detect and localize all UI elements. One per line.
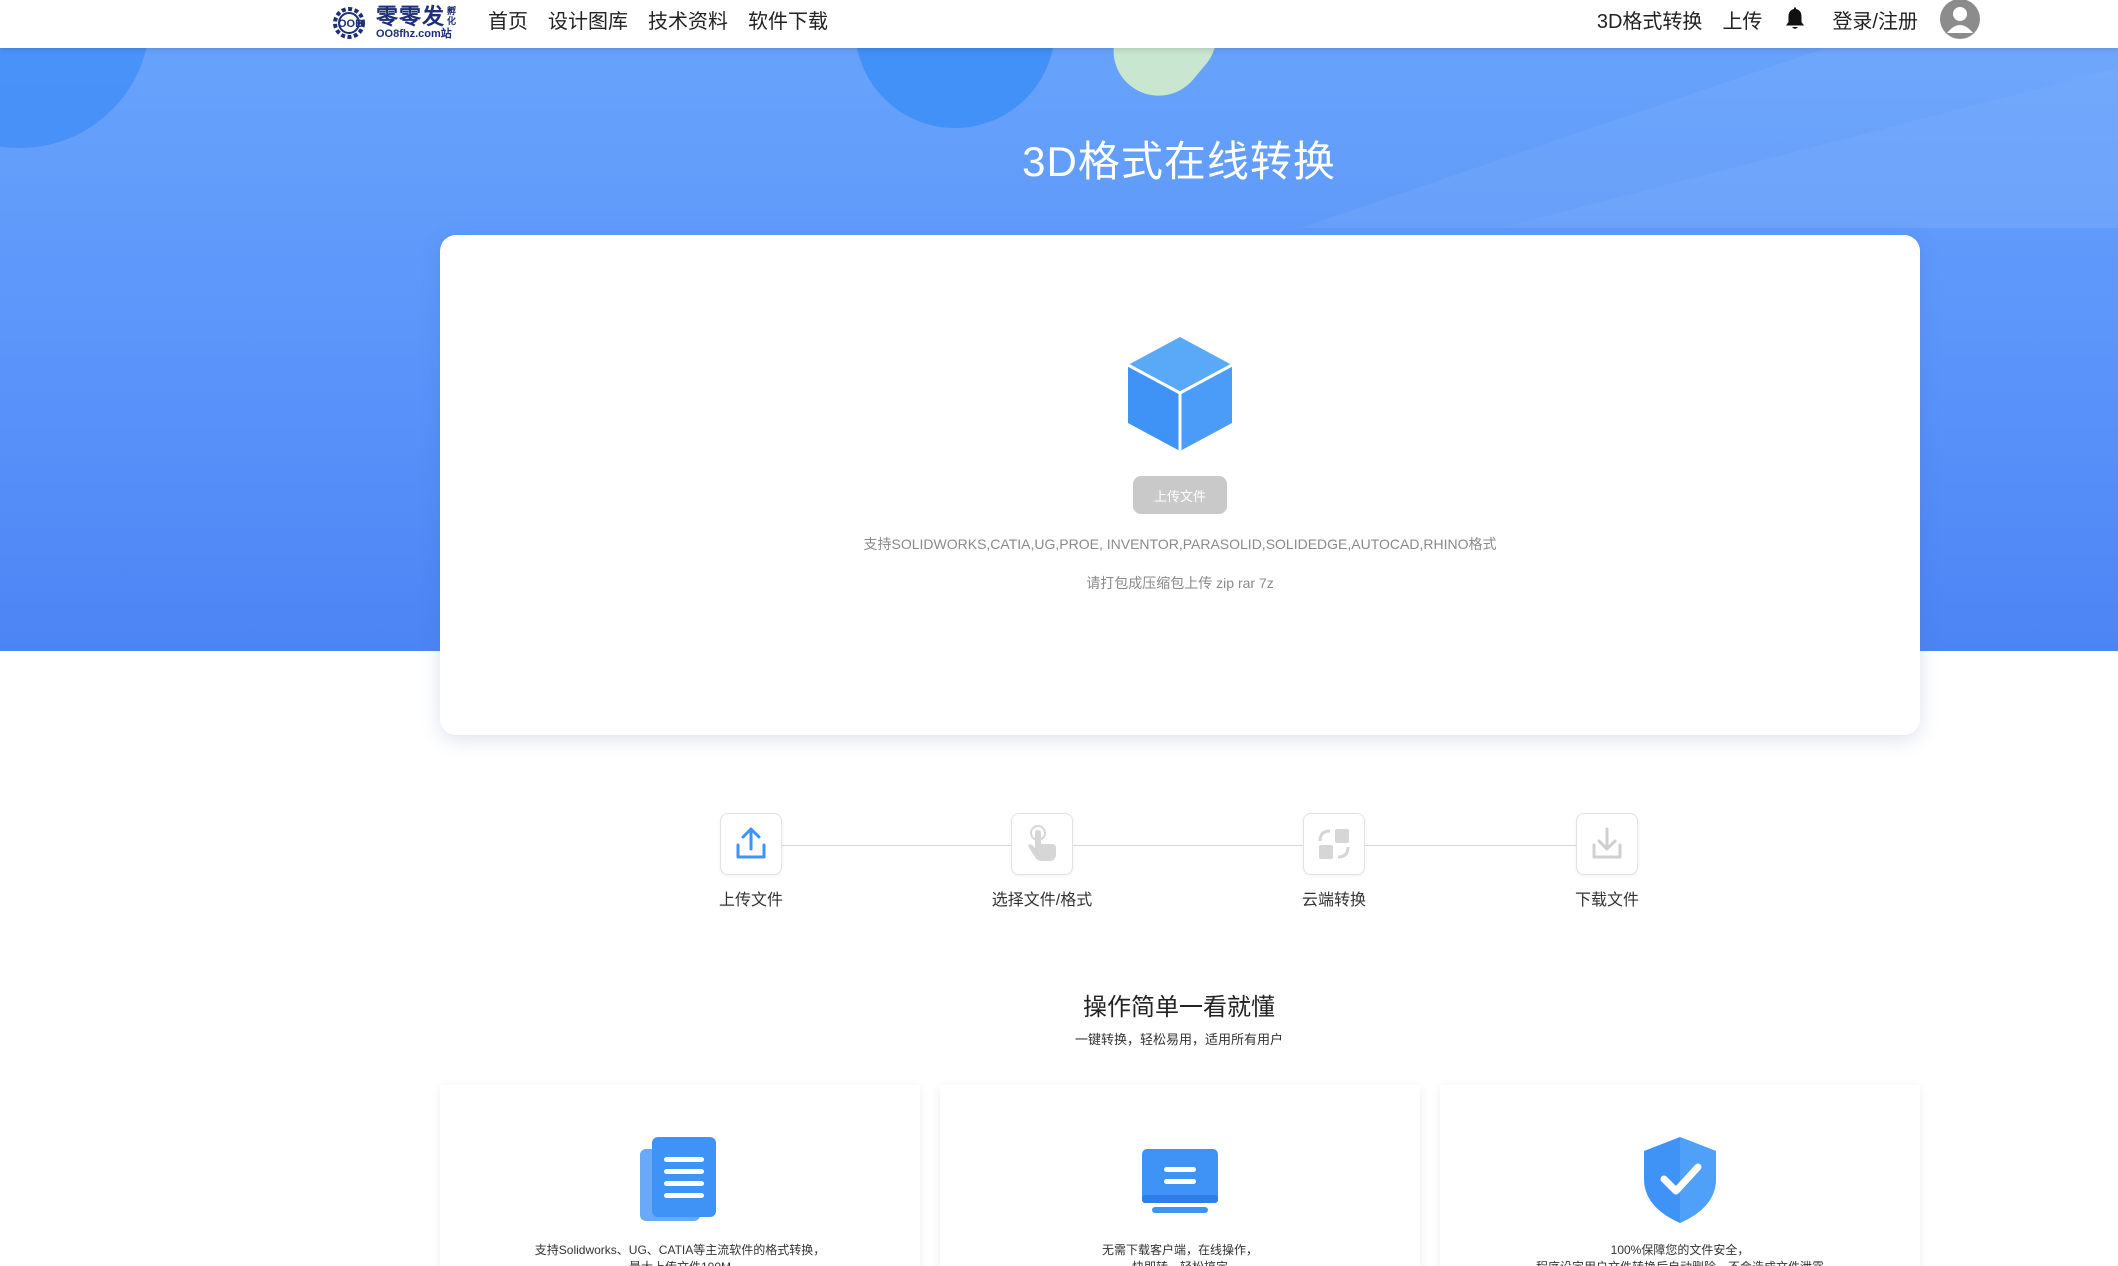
step-upload: 上传文件	[651, 813, 851, 910]
step-select: 选择文件/格式	[942, 813, 1142, 910]
logo-badge: OOB	[338, 18, 363, 30]
upload-icon	[736, 827, 766, 859]
nav-3d-convert[interactable]: 3D格式转换	[1597, 5, 1703, 34]
step-select-label: 选择文件/格式	[991, 892, 1093, 909]
monitor-icon	[1142, 1149, 1218, 1213]
logo-gear-icon: OOB	[333, 7, 365, 39]
step-upload-label: 上传文件	[718, 892, 783, 909]
step-select-box[interactable]	[1011, 813, 1073, 875]
step-convert-box[interactable]	[1303, 813, 1365, 875]
feature-card-formats: 支持Solidworks、UG、CATIA等主流软件的格式转换，最大上传文件10…	[440, 1085, 920, 1266]
bell-icon[interactable]	[1784, 7, 1806, 31]
document-icon	[640, 1137, 716, 1221]
main-nav: 首页 设计图库 技术资料 软件下载	[488, 0, 828, 38]
logo-domain: OO8fhz.com站	[376, 28, 452, 40]
step-convert: 云端转换	[1234, 813, 1434, 910]
hand-pointer-icon	[1028, 825, 1056, 861]
page-title: 3D格式在线转换	[1022, 138, 1336, 185]
convert-icon	[1318, 829, 1350, 859]
download-icon	[1592, 827, 1622, 859]
step-upload-box[interactable]	[720, 813, 782, 875]
top-navbar: OOB 零零发 孵化 OO8fhz.com站 首页 设计图库 技术资料 软件下载 …	[0, 0, 2118, 48]
nav-tech-docs[interactable]: 技术资料	[648, 5, 728, 34]
step-download: 下载文件	[1507, 813, 1707, 910]
nav-software-download[interactable]: 软件下载	[748, 5, 828, 34]
nav-design-library[interactable]: 设计图库	[548, 5, 628, 34]
user-icon	[1947, 7, 1973, 33]
cube-icon	[1127, 337, 1233, 451]
avatar[interactable]	[1940, 0, 1980, 39]
upload-card: 上传文件 支持SOLIDWORKS,CATIA,UG,PROE, INVENTO…	[440, 235, 1920, 735]
steps-connector	[752, 845, 1602, 846]
archive-hint-text: 请打包成压缩包上传 zip rar 7z	[1086, 575, 1274, 591]
feature-text-formats: 支持Solidworks、UG、CATIA等主流软件的格式转换，最大上传文件10…	[534, 1243, 826, 1266]
feature-text-online: 无需下载客户端，在线操作，快即转，轻松搞定	[1101, 1243, 1258, 1266]
feature-text-security: 100%保障您的文件安全，程序设定用户文件转换后自动删除，不会造成文件泄露	[1536, 1243, 1824, 1266]
feature-card-security: 100%保障您的文件安全，程序设定用户文件转换后自动删除，不会造成文件泄露	[1440, 1085, 1920, 1266]
features-subtitle: 一键转换，轻松易用，适用所有用户	[1074, 1032, 1283, 1047]
nav-home[interactable]: 首页	[488, 5, 528, 34]
features-title: 操作简单一看就懂	[1083, 994, 1275, 1021]
feature-card-online: 无需下载客户端，在线操作，快即转，轻松搞定	[940, 1085, 1420, 1266]
user-nav: 3D格式转换 上传 登录/注册	[1597, 0, 1980, 39]
site-logo[interactable]: OOB 零零发 孵化 OO8fhz.com站	[332, 4, 462, 42]
nav-upload[interactable]: 上传	[1722, 5, 1762, 34]
step-download-box[interactable]	[1576, 813, 1638, 875]
upload-file-button[interactable]: 上传文件	[1133, 476, 1227, 514]
step-download-label: 下载文件	[1574, 892, 1639, 909]
logo-name: 零零发	[376, 4, 446, 29]
supported-formats-text: 支持SOLIDWORKS,CATIA,UG,PROE, INVENTOR,PAR…	[863, 536, 1497, 552]
logo-side-text: 孵化	[447, 6, 458, 26]
nav-login-register[interactable]: 登录/注册	[1832, 5, 1918, 34]
shield-check-icon	[1644, 1137, 1716, 1223]
step-convert-label: 云端转换	[1301, 892, 1366, 909]
